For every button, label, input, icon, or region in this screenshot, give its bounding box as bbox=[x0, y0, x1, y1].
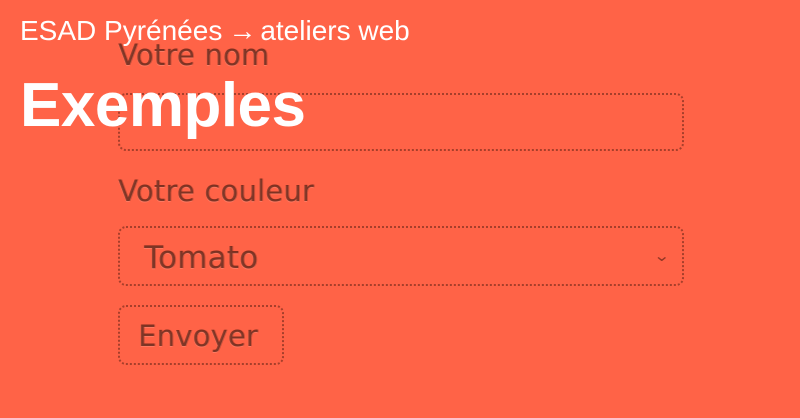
color-label: Votre couleur bbox=[118, 174, 314, 208]
page-title: Exemples bbox=[20, 71, 306, 140]
submit-button-label: Envoyer bbox=[138, 319, 258, 353]
chevron-down-icon: ⌄ bbox=[652, 246, 670, 265]
breadcrumb: ESAD Pyrénées → ateliers web bbox=[20, 14, 410, 48]
breadcrumb-section-link[interactable]: ateliers web bbox=[260, 15, 409, 46]
submit-button[interactable]: Envoyer bbox=[118, 305, 284, 365]
form-layer: Votre nom Votre couleur Tomato ⌄ Envoyer bbox=[0, 0, 800, 418]
breadcrumb-site-link[interactable]: ESAD Pyrénées bbox=[20, 15, 222, 46]
color-select-value: Tomato bbox=[144, 240, 259, 276]
arrow-right-icon: → bbox=[228, 15, 257, 46]
color-select[interactable]: Tomato ⌄ bbox=[118, 226, 684, 286]
